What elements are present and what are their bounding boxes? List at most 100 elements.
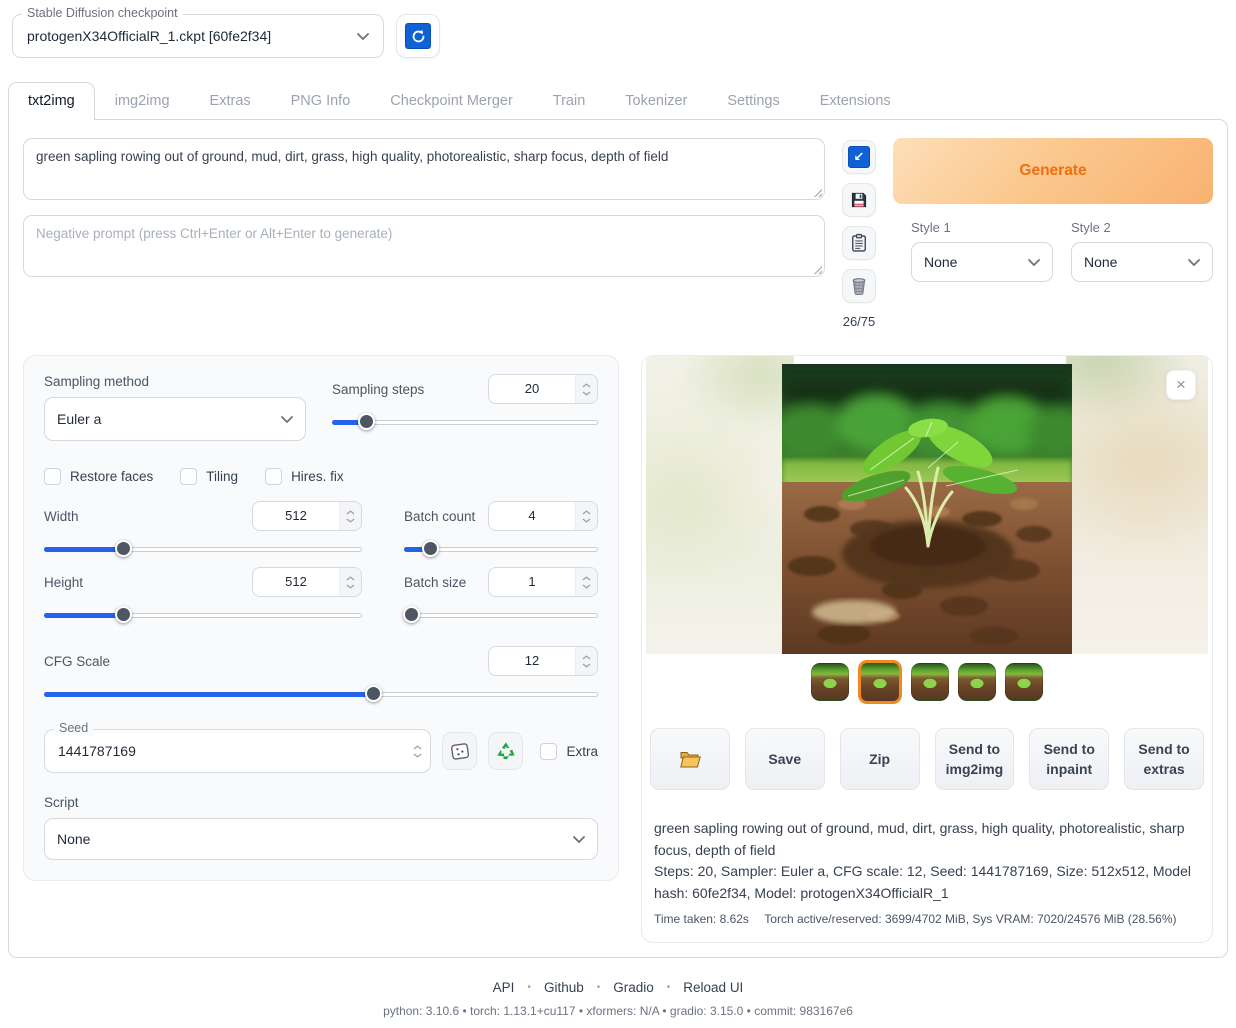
token-counter: 26/75 [843, 314, 876, 329]
cfg-scale-label: CFG Scale [44, 654, 110, 669]
checkbox-icon [180, 468, 197, 485]
close-icon: × [1176, 375, 1186, 394]
send-to-inpaint-button[interactable]: Send to inpaint [1029, 728, 1109, 790]
hires-fix-checkbox[interactable]: Hires. fix [265, 468, 344, 485]
footer-link-github[interactable]: Github [544, 980, 584, 995]
gallery-thumbnail-5[interactable] [1005, 663, 1043, 701]
extra-seed-checkbox[interactable]: Extra [540, 743, 598, 760]
seed-label: Seed [54, 721, 93, 735]
top-bar: Stable Diffusion checkpoint protogenX34O… [12, 14, 1228, 58]
cfg-scale-input[interactable]: 12 [488, 646, 598, 676]
restore-faces-checkbox[interactable]: Restore faces [44, 468, 153, 485]
tiling-checkbox[interactable]: Tiling [180, 468, 238, 485]
batch-size-label: Batch size [404, 575, 466, 590]
batch-count-input[interactable]: 4 [488, 501, 598, 531]
txt2img-panel: green sapling rowing out of ground, mud,… [8, 119, 1228, 958]
sampling-steps-input[interactable]: 20 [488, 374, 598, 404]
style2-label: Style 2 [1071, 220, 1213, 235]
cfg-scale-slider[interactable] [44, 685, 598, 703]
style1-dropdown[interactable]: None [911, 242, 1053, 282]
gallery-thumbnails [811, 660, 1043, 704]
footer-link-reload-ui[interactable]: Reload UI [683, 980, 743, 995]
tab-extras[interactable]: Extras [190, 82, 271, 120]
vram-stats: Torch active/reserved: 3699/4702 MiB, Sy… [764, 912, 1176, 926]
save-button[interactable]: Save [745, 728, 825, 790]
width-stepper[interactable] [339, 502, 361, 530]
footer-link-api[interactable]: API [493, 980, 515, 995]
send-to-extras-button[interactable]: Send to extras [1124, 728, 1204, 790]
negative-prompt-input[interactable] [23, 215, 825, 277]
send-to-img2img-button[interactable]: Send to img2img [935, 728, 1015, 790]
sampling-method-dropdown[interactable]: Euler a [44, 397, 306, 441]
batch-count-slider[interactable] [404, 540, 598, 558]
tab-settings[interactable]: Settings [707, 82, 799, 120]
slider-thumb[interactable] [403, 606, 420, 623]
batch-count-stepper[interactable] [575, 502, 597, 530]
floppy-disk-icon [849, 190, 869, 210]
refresh-checkpoint-button[interactable] [396, 14, 440, 58]
prompt-input[interactable]: green sapling rowing out of ground, mud,… [23, 138, 825, 200]
height-value: 512 [253, 568, 339, 596]
width-input[interactable]: 512 [252, 501, 362, 531]
gallery-thumbnail-3[interactable] [911, 663, 949, 701]
slider-thumb[interactable] [115, 540, 132, 557]
seed-stepper[interactable] [404, 745, 430, 758]
apply-style-button[interactable] [842, 226, 876, 260]
width-slider[interactable] [44, 540, 362, 558]
tab-img2img[interactable]: img2img [95, 82, 190, 120]
slider-thumb[interactable] [422, 540, 439, 557]
clear-prompt-button[interactable] [842, 269, 876, 303]
tab-train[interactable]: Train [533, 82, 606, 120]
zip-button[interactable]: Zip [840, 728, 920, 790]
tab-tokenizer[interactable]: Tokenizer [605, 82, 707, 120]
style2-dropdown[interactable]: None [1071, 242, 1213, 282]
footer-separator: • [527, 982, 531, 993]
slider-thumb[interactable] [358, 413, 375, 430]
apply-generation-params-button[interactable]: ↙ [842, 140, 876, 174]
width-value: 512 [253, 502, 339, 530]
gallery-thumbnail-4[interactable] [958, 663, 996, 701]
checkpoint-dropdown[interactable]: Stable Diffusion checkpoint protogenX34O… [12, 14, 384, 58]
close-gallery-button[interactable]: × [1166, 370, 1196, 400]
reuse-seed-button[interactable] [488, 732, 523, 770]
script-label: Script [44, 795, 598, 810]
footer: API • Github • Gradio • Reload UI python… [8, 980, 1228, 1028]
sampling-steps-stepper[interactable] [575, 375, 597, 403]
result-gallery: × [642, 356, 1212, 710]
height-input[interactable]: 512 [252, 567, 362, 597]
seed-input[interactable]: Seed 1441787169 [44, 729, 431, 773]
dice-icon [449, 740, 471, 762]
trash-can-icon [849, 276, 869, 296]
tab-png-info[interactable]: PNG Info [271, 82, 371, 120]
open-folder-button[interactable] [650, 728, 730, 790]
batch-size-input[interactable]: 1 [488, 567, 598, 597]
slider-thumb[interactable] [115, 606, 132, 623]
height-label: Height [44, 575, 83, 590]
slider-thumb[interactable] [365, 685, 382, 702]
extra-label: Extra [566, 744, 598, 759]
batch-size-slider[interactable] [404, 606, 598, 624]
height-stepper[interactable] [339, 568, 361, 596]
cfg-scale-stepper[interactable] [575, 647, 597, 675]
batch-count-value: 4 [489, 502, 575, 530]
style1-label: Style 1 [911, 220, 1053, 235]
tab-txt2img[interactable]: txt2img [8, 82, 95, 120]
footer-link-gradio[interactable]: Gradio [613, 980, 654, 995]
gallery-thumbnail-2-selected[interactable] [858, 660, 902, 704]
batch-size-stepper[interactable] [575, 568, 597, 596]
generated-image[interactable] [782, 364, 1072, 654]
style1-value: None [924, 254, 957, 270]
gallery-thumbnail-1[interactable] [811, 663, 849, 701]
generate-button[interactable]: Generate [893, 138, 1213, 204]
random-seed-button[interactable] [442, 732, 477, 770]
sampling-steps-slider[interactable] [332, 413, 598, 431]
tab-checkpoint-merger[interactable]: Checkpoint Merger [370, 82, 533, 120]
height-slider[interactable] [44, 606, 362, 624]
script-dropdown[interactable]: None [44, 818, 598, 860]
width-label: Width [44, 509, 79, 524]
checkpoint-value: protogenX34OfficialR_1.ckpt [60fe2f34] [27, 28, 271, 44]
save-style-button[interactable] [842, 183, 876, 217]
tab-extensions[interactable]: Extensions [800, 82, 911, 120]
checkbox-icon [265, 468, 282, 485]
script-value: None [57, 831, 90, 847]
